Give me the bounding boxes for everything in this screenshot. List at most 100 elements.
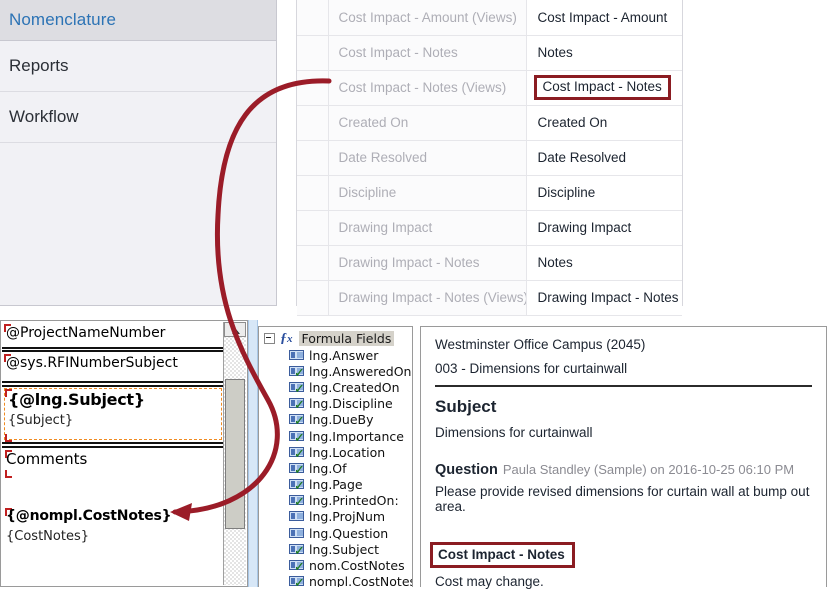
table-row[interactable]: Created On Created On [297,105,682,140]
source-field-name: Created On [328,105,526,140]
band-corner-marker [5,470,12,478]
tree-node[interactable]: ✓lng.Discipline [259,396,412,412]
scrollbar-thumb[interactable] [225,379,245,529]
field-checked-icon: ✓ [289,447,304,458]
scroll-up-arrow-icon[interactable] [224,322,246,337]
designer-comments-label: Comments [6,450,87,468]
tree-node-label: lng.CreatedOn [309,380,400,395]
preview-question-label: Question [435,462,498,478]
table-row[interactable]: Drawing Impact - Notes Notes [297,245,682,280]
report-canvas[interactable]: @ProjectNameNumber @sys.RFINumberSubject… [2,322,224,585]
table-row[interactable]: Drawing Impact Drawing Impact [297,210,682,245]
row-gutter [297,245,328,280]
tree-node[interactable]: lng.ProjNum [259,509,412,525]
tree-node-label: lng.AnsweredOn [309,364,411,379]
band-divider [2,381,224,383]
tree-node[interactable]: ✓lng.CreatedOn [259,379,412,395]
field-mapping-table: Cost Impact - Amount (Views) Cost Impact… [296,0,683,306]
display-field-name[interactable]: Cost Impact - Amount [526,0,682,35]
tree-node[interactable]: ✓ lng.Page [259,477,412,493]
tree-node[interactable]: ✓ lng.Location [259,444,412,460]
tree-node[interactable]: ✓lng.DueBy [259,412,412,428]
row-gutter [297,140,328,175]
tree-node[interactable]: ✓ lng.Of [259,460,412,476]
table-row[interactable]: Discipline Discipline [297,175,682,210]
display-field-name[interactable]: Created On [526,105,682,140]
source-field-name: Cost Impact - Notes (Views) [328,70,526,105]
screenshot-root: Nomenclature Reports Workflow Cost Impac… [0,0,828,587]
table-row[interactable]: Drawing Impact - Notes (Views) Drawing I… [297,280,682,315]
designer-costnotes-value: {CostNotes} [6,529,89,544]
row-gutter [297,280,328,315]
sidebar-item-reports[interactable]: Reports [0,41,276,92]
collapse-expander-icon[interactable] [264,333,275,344]
source-field-name: Drawing Impact - Notes (Views) [328,280,526,315]
report-band-project[interactable]: @ProjectNameNumber [2,322,224,349]
tree-node-label: lng.Location [309,445,385,460]
tree-node[interactable]: ✓nompl.CostNotes [259,574,412,587]
row-gutter [297,105,328,140]
preview-divider [435,385,812,387]
tree-node[interactable]: ✓ lng.PrintedOn: [259,493,412,509]
designer-costnotes-label: {@nompl.CostNotes} [6,508,171,524]
row-gutter [297,175,328,210]
source-field-name: Drawing Impact [328,210,526,245]
field-checked-icon: ✓ [289,576,304,587]
fx-icon: ƒx [280,331,293,347]
band-divider [2,350,224,352]
sidebar-item-workflow[interactable]: Workflow [0,92,276,143]
field-icon [289,528,304,539]
tree-node-label: lng.PrintedOn: [309,493,399,508]
band-divider [2,446,224,448]
tree-node-label: lng.Answer [309,348,378,363]
tree-node[interactable]: ✓lng.Subject [259,541,412,557]
tree-node-label: lng.Page [309,477,363,492]
table-row[interactable]: Cost Impact - Amount (Views) Cost Impact… [297,0,682,35]
field-table: Cost Impact - Amount (Views) Cost Impact… [297,0,682,316]
tree-root-node[interactable]: ƒx Formula Fields [259,330,412,347]
panel-splitter[interactable] [248,320,258,587]
source-field-name: Cost Impact - Amount (Views) [328,0,526,35]
source-field-name: Date Resolved [328,140,526,175]
display-field-name[interactable]: Date Resolved [526,140,682,175]
tree-node[interactable]: ✓lng.Importance [259,428,412,444]
display-field-name[interactable]: Drawing Impact [526,210,682,245]
report-band-rfinumber[interactable]: @sys.RFINumberSubject [2,353,224,381]
tree-node-label: lng.ProjNum [309,509,385,524]
table-row[interactable]: Date Resolved Date Resolved [297,140,682,175]
preview-question-row: QuestionPaula Standley (Sample) on 2016-… [435,461,812,479]
tree-node[interactable]: ✓ nom.CostNotes [259,557,412,573]
display-field-name[interactable]: Notes [526,245,682,280]
display-field-name[interactable]: Discipline [526,175,682,210]
tree-node-label: lng.Subject [309,542,379,557]
tree-root-label: Formula Fields [299,331,395,346]
field-icon [289,350,304,361]
tree-node[interactable]: lng.Answer [259,347,412,363]
row-gutter [297,70,328,105]
highlight-box-cost-label: Cost Impact - Notes [430,542,575,568]
field-checked-icon: ✓ [289,495,304,506]
sidebar-header-label: Nomenclature [9,10,116,30]
sidebar-header: Nomenclature [0,0,276,41]
band-text: @sys.RFINumberSubject [6,355,178,371]
table-row[interactable]: Cost Impact - Notes Notes [297,35,682,70]
preview-project-name: Westminster Office Campus (2045) [435,337,812,352]
display-field-name[interactable]: Drawing Impact - Notes [526,280,682,315]
tree-node-label: lng.Question [309,526,388,541]
preview-subject-heading: Subject [435,397,812,417]
field-checked-icon: ✓ [289,463,304,474]
band-divider [2,385,224,387]
field-checked-icon: ✓ [289,414,304,425]
field-checked-icon: ✓ [289,479,304,490]
designer-vertical-scrollbar[interactable] [223,322,246,585]
tree-node-label: lng.Of [309,461,347,476]
field-icon [289,511,304,522]
tree-node-label: nom.CostNotes [309,558,405,573]
display-field-name-cell[interactable]: Cost Impact - Notes [526,70,682,105]
field-checked-icon: ✓ [289,366,304,377]
tree-node[interactable]: lng.Question [259,525,412,541]
display-field-name[interactable]: Notes [526,35,682,70]
tree-node[interactable]: ✓ lng.AnsweredOn [259,363,412,379]
table-row-highlighted[interactable]: Cost Impact - Notes (Views) Cost Impact … [297,70,682,105]
field-checked-icon: ✓ [289,560,304,571]
